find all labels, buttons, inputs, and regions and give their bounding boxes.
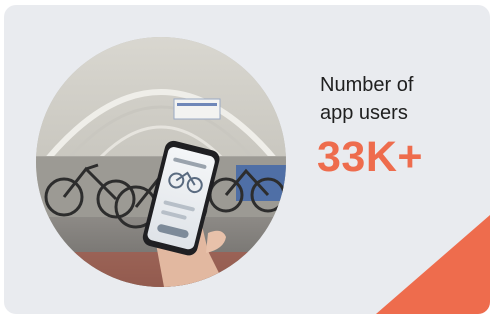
stat-label: Number of app users <box>320 71 470 127</box>
stat-label-line-1: Number of <box>320 74 414 96</box>
stat-label-line-2: app users <box>320 102 408 124</box>
stat-value: 33K+ <box>317 133 423 181</box>
stat-card: Number of app users 33K+ <box>4 5 490 314</box>
bike-parking-photo <box>36 37 286 287</box>
